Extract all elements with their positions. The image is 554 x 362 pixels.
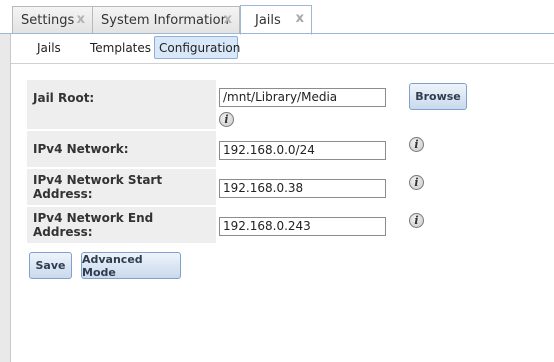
browse-button[interactable]: Browse: [409, 83, 467, 110]
left-panel-edge: [0, 34, 11, 362]
jail-root-info-icon[interactable]: i: [219, 112, 234, 127]
subtab-templates[interactable]: Templates: [86, 36, 155, 59]
tab-bar-divider: [0, 33, 554, 34]
tab-system-information-close-icon[interactable]: x: [224, 13, 232, 27]
subtab-templates-label: Templates: [90, 40, 152, 55]
subtab-jails[interactable]: Jails: [33, 36, 65, 59]
tab-system-information[interactable]: System Information x: [92, 6, 240, 34]
ipv4-network-label: IPv4 Network:: [27, 131, 216, 167]
jail-root-label: Jail Root:: [27, 80, 216, 129]
advanced-mode-button[interactable]: Advanced Mode: [81, 252, 181, 279]
tab-jails[interactable]: Jails x: [240, 5, 312, 35]
jail-root-input[interactable]: /mnt/Library/Media: [219, 88, 386, 107]
tab-system-information-label: System Information: [101, 13, 229, 28]
ipv4-start-label: IPv4 Network Start Address:: [27, 169, 216, 205]
tab-settings[interactable]: Settings x: [12, 6, 93, 34]
ipv4-end-info-icon[interactable]: i: [409, 213, 424, 228]
tab-jails-close-icon[interactable]: x: [296, 12, 304, 26]
jails-configuration-window: Settings x System Information x Jails x …: [0, 0, 554, 362]
subtab-divider: [11, 63, 554, 64]
main-tab-bar: Settings x System Information x Jails x: [0, 0, 554, 35]
subtab-configuration-label: Configuration: [159, 40, 241, 55]
subtab-configuration[interactable]: Configuration: [154, 36, 241, 59]
ipv4-start-info-icon[interactable]: i: [409, 175, 424, 190]
tab-jails-label: Jails: [255, 12, 281, 28]
ipv4-network-info-icon[interactable]: i: [409, 137, 424, 152]
ipv4-end-input[interactable]: 192.168.0.243: [219, 217, 386, 236]
tab-settings-label: Settings: [21, 13, 75, 28]
subtab-jails-label: Jails: [37, 40, 61, 55]
ipv4-end-label: IPv4 Network End Address:: [27, 207, 216, 243]
ipv4-start-input[interactable]: 192.168.0.38: [219, 179, 386, 198]
save-button[interactable]: Save: [29, 252, 72, 279]
tab-settings-close-icon[interactable]: x: [77, 13, 85, 27]
ipv4-network-input[interactable]: 192.168.0.0/24: [219, 141, 386, 160]
